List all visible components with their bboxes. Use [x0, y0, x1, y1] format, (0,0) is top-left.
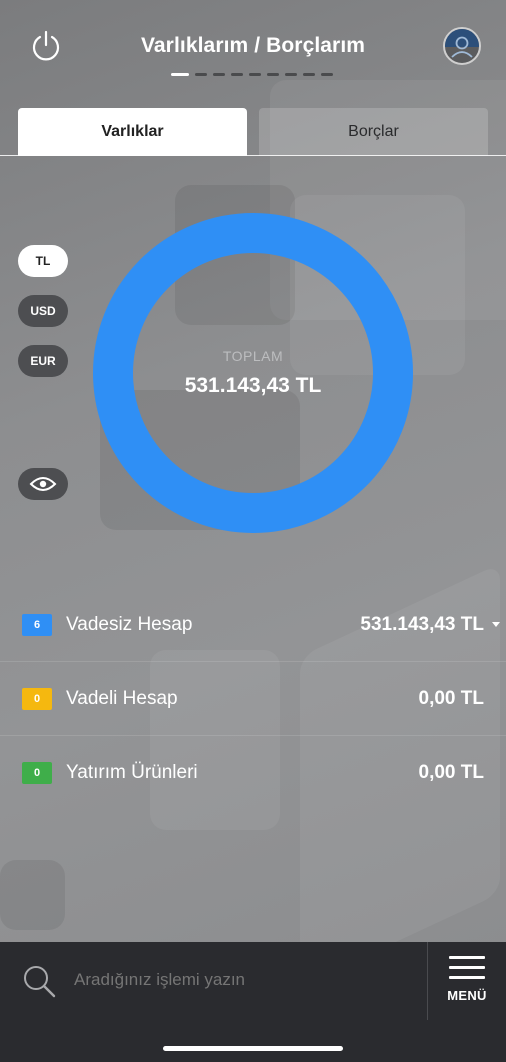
page-dot	[249, 73, 261, 76]
total-value: 531.143,43 TL	[184, 374, 322, 397]
donut-center: TOPLAM 531.143,43 TL	[92, 212, 414, 534]
list-item-demand-deposit[interactable]: 6 Vadesiz Hesap 531.143,43 TL	[0, 588, 506, 662]
page-dot	[303, 73, 315, 76]
page-dot	[321, 73, 333, 76]
page-title: Varlıklarım / Borçlarım	[140, 34, 366, 57]
page-dot	[213, 73, 225, 76]
count-badge: 0	[22, 688, 52, 710]
account-label: Vadesiz Hesap	[66, 614, 193, 635]
page-dot	[267, 73, 279, 76]
currency-eur-button[interactable]: EUR	[18, 345, 68, 377]
toggle-visibility-button[interactable]	[18, 468, 68, 500]
search-input[interactable]	[74, 970, 404, 990]
account-value: 531.143,43 TL	[360, 614, 484, 635]
total-label: TOPLAM	[222, 348, 284, 364]
tab-debts[interactable]: Borçlar	[259, 108, 488, 156]
count-badge: 0	[22, 762, 52, 784]
tab-assets[interactable]: Varlıklar	[18, 108, 247, 156]
user-avatar-icon	[445, 29, 479, 58]
profile-button[interactable]	[443, 27, 481, 65]
account-value: 0,00 TL	[418, 762, 484, 783]
page-dot	[231, 73, 243, 76]
page-indicator	[171, 73, 333, 76]
menu-label: MENÜ	[447, 988, 487, 1003]
count-badge: 6	[22, 614, 52, 636]
status-bar	[0, 0, 506, 8]
hamburger-icon	[449, 956, 485, 980]
page-dot	[195, 73, 207, 76]
page-dot	[285, 73, 297, 76]
page-dot-active	[171, 73, 189, 76]
divider	[427, 942, 428, 1020]
tab-bar: Varlıklar Borçlar	[0, 108, 506, 156]
bottom-bar: MENÜ	[0, 942, 506, 1062]
tab-underline	[0, 155, 506, 156]
list-item-time-deposit[interactable]: 0 Vadeli Hesap 0,00 TL	[0, 662, 506, 736]
currency-tl-button[interactable]: TL	[18, 245, 68, 277]
account-label: Yatırım Ürünleri	[66, 762, 198, 783]
account-label: Vadeli Hesap	[66, 688, 178, 709]
search-icon	[24, 966, 56, 998]
header: Varlıklarım / Borçlarım	[0, 22, 506, 82]
caret-down-icon	[492, 622, 500, 627]
menu-button[interactable]: MENÜ	[436, 954, 498, 1014]
eye-icon	[29, 477, 57, 491]
home-indicator	[163, 1046, 343, 1051]
currency-usd-button[interactable]: USD	[18, 295, 68, 327]
account-list: 6 Vadesiz Hesap 531.143,43 TL 0 Vadeli H…	[0, 588, 506, 810]
list-item-investments[interactable]: 0 Yatırım Ürünleri 0,00 TL	[0, 736, 506, 810]
account-value: 0,00 TL	[418, 688, 484, 709]
